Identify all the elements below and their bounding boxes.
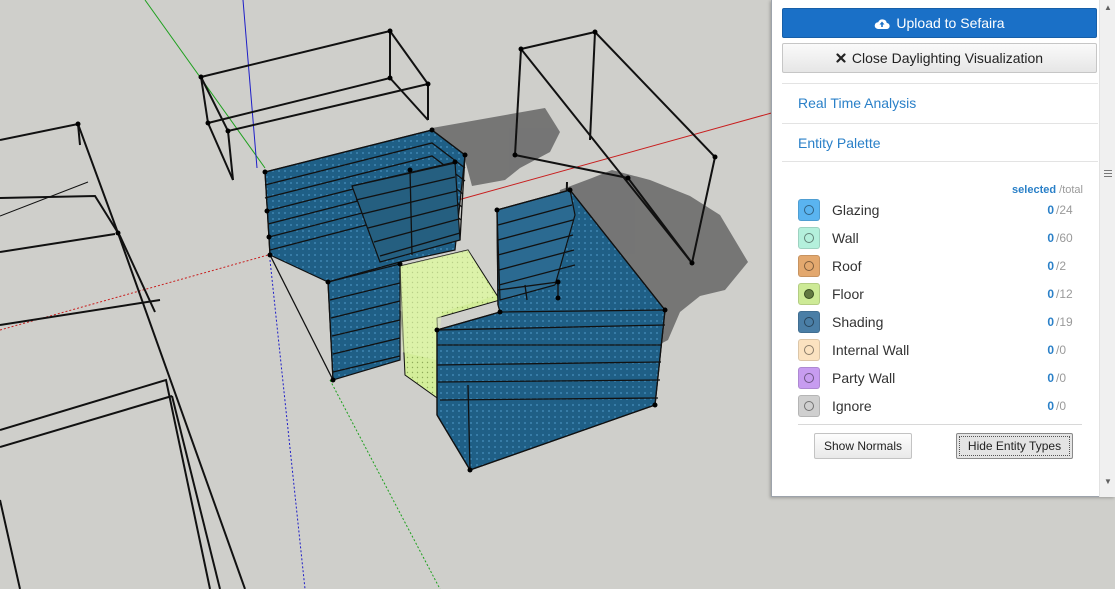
entity-name: Internal Wall [832, 342, 910, 358]
entity-name: Glazing [832, 202, 880, 218]
filled-circle-icon [804, 289, 814, 299]
section-label: Real Time Analysis [798, 94, 917, 111]
entity-selected-count: 0 [1047, 259, 1054, 273]
entity-total-count: /60 [1056, 231, 1073, 245]
entity-selected-count: 0 [1047, 203, 1054, 217]
entity-total-count: /0 [1056, 343, 1067, 357]
entity-selected-count: 0 [1047, 399, 1054, 413]
entity-row-shading[interactable]: Shading 0/19 [798, 308, 1082, 336]
entity-color-swatch[interactable] [798, 227, 820, 249]
cloud-upload-icon [874, 17, 891, 30]
entity-row-glazing[interactable]: Glazing 0/24 [798, 196, 1082, 224]
entity-name: Floor [832, 286, 864, 302]
section-real-time-analysis[interactable]: Real Time Analysis [782, 83, 1098, 121]
scroll-up-arrow-icon[interactable]: ▲ [1103, 2, 1113, 12]
entity-row-party-wall[interactable]: Party Wall 0/0 [798, 364, 1082, 392]
entity-row-ignore[interactable]: Ignore 0/0 [798, 392, 1082, 420]
section-label: Entity Palette [798, 134, 881, 151]
entity-color-swatch[interactable] [798, 199, 820, 221]
upload-to-sefaira-button[interactable]: Upload to Sefaira [782, 8, 1097, 38]
sefaira-panel: Upload to Sefaira Close Daylighting Visu… [771, 0, 1115, 497]
entity-color-swatch[interactable] [798, 311, 820, 333]
entity-color-swatch[interactable] [798, 283, 820, 305]
entity-color-swatch[interactable] [798, 339, 820, 361]
total-header: /total [1059, 184, 1083, 196]
close-button-label: Close Daylighting Visualization [851, 50, 1044, 66]
section-entity-palette[interactable]: Entity Palette [782, 123, 1098, 161]
upload-button-label: Upload to Sefaira [896, 15, 1005, 31]
entity-list-divider [798, 424, 1082, 425]
entity-name: Shading [832, 314, 884, 330]
entity-name: Wall [832, 230, 859, 246]
circle-icon [804, 401, 814, 411]
entity-row-internal-wall[interactable]: Internal Wall 0/0 [798, 336, 1082, 364]
panel-scrollbar[interactable]: ▲ ▼ [1099, 0, 1115, 497]
circle-icon [804, 205, 814, 215]
circle-icon [804, 261, 814, 271]
entity-color-swatch[interactable] [798, 395, 820, 417]
entity-color-swatch[interactable] [798, 367, 820, 389]
entity-selected-count: 0 [1047, 287, 1054, 301]
circle-icon [804, 233, 814, 243]
entity-total-count: /12 [1056, 287, 1073, 301]
entity-color-swatch[interactable] [798, 255, 820, 277]
selected-header: selected [1012, 184, 1057, 196]
entity-selected-count: 0 [1047, 343, 1054, 357]
entity-name: Party Wall [832, 370, 896, 386]
neighbor-buildings-left [0, 122, 246, 589]
entity-name: Ignore [832, 398, 872, 414]
entity-total-count: /2 [1056, 259, 1067, 273]
entity-total-count: /0 [1056, 371, 1067, 385]
entity-selected-count: 0 [1047, 371, 1054, 385]
section-divider [782, 161, 1098, 162]
scroll-thumb-grip-icon[interactable] [1104, 168, 1112, 178]
circle-icon [804, 345, 814, 355]
hide-entity-types-label: Hide Entity Types [967, 439, 1062, 453]
close-daylighting-button[interactable]: Close Daylighting Visualization [782, 43, 1097, 73]
entity-table-header: selected /total [1012, 184, 1083, 196]
scroll-down-arrow-icon[interactable]: ▼ [1103, 476, 1113, 486]
entity-row-floor[interactable]: Floor 0/12 [798, 280, 1082, 308]
close-icon [836, 53, 846, 63]
entity-row-roof[interactable]: Roof 0/2 [798, 252, 1082, 280]
entity-total-count: /24 [1056, 203, 1073, 217]
show-normals-label: Show Normals [823, 439, 903, 453]
show-normals-button[interactable]: Show Normals [814, 433, 912, 459]
hide-entity-types-button[interactable]: Hide Entity Types [956, 433, 1073, 459]
circle-icon [804, 373, 814, 383]
panel-content: Upload to Sefaira Close Daylighting Visu… [772, 0, 1098, 497]
entity-selected-count: 0 [1047, 315, 1054, 329]
circle-icon [804, 317, 814, 327]
entity-row-wall[interactable]: Wall 0/60 [798, 224, 1082, 252]
entity-selected-count: 0 [1047, 231, 1054, 245]
entity-name: Roof [832, 258, 862, 274]
entity-total-count: /19 [1056, 315, 1073, 329]
entity-total-count: /0 [1056, 399, 1067, 413]
